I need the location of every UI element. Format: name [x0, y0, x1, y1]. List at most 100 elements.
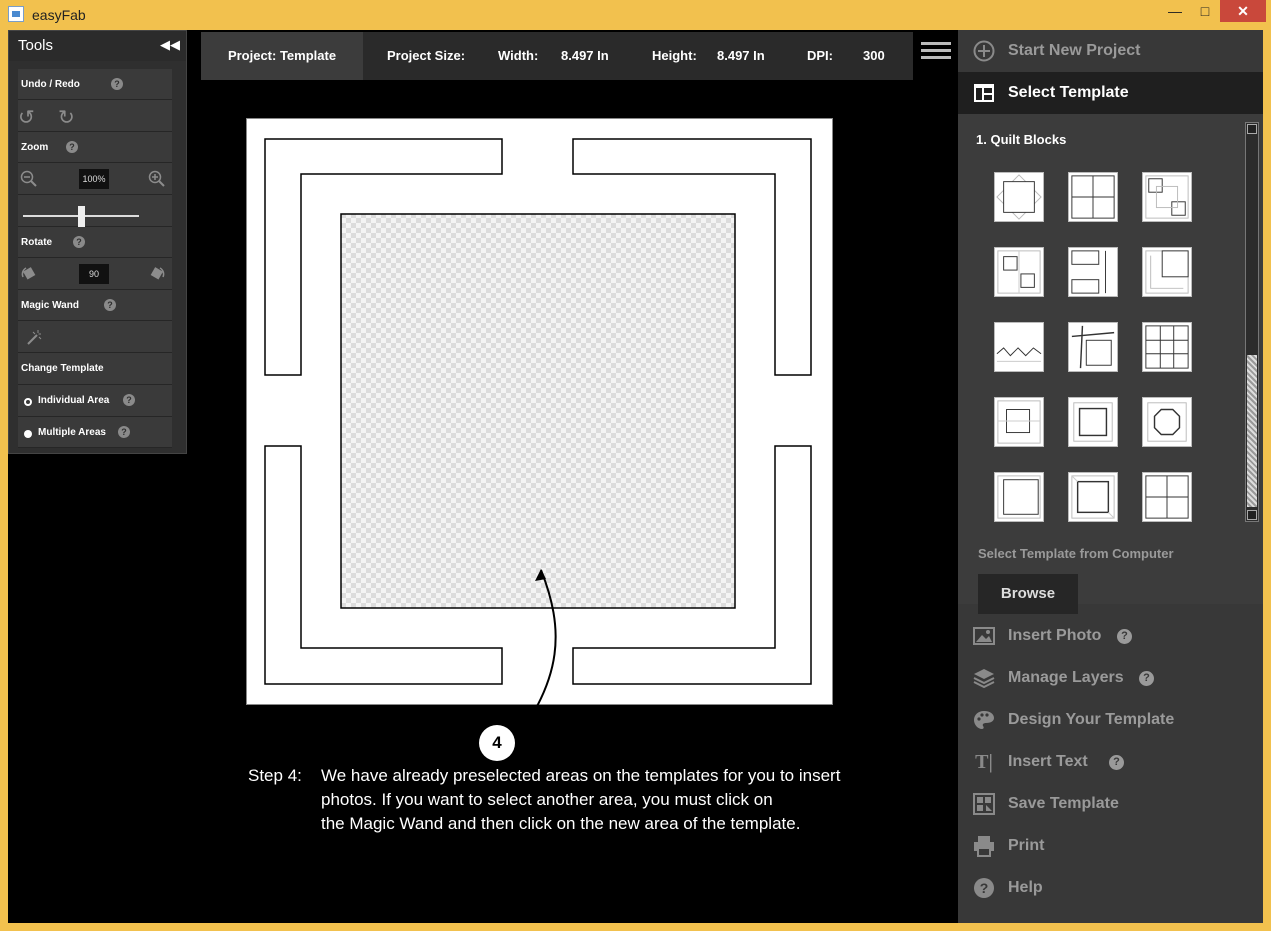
text-icon: T| [975, 751, 993, 773]
quilt-block-thumb[interactable] [1068, 172, 1118, 222]
rotate-right-icon[interactable] [148, 265, 166, 283]
quilt-block-thumb[interactable] [1142, 397, 1192, 447]
quilt-block-thumb[interactable] [1068, 472, 1118, 522]
browse-button[interactable]: Browse [978, 574, 1078, 614]
category-title: 1. Quilt Blocks [976, 132, 1067, 147]
quilt-block-thumb[interactable] [994, 172, 1044, 222]
multiple-areas-radio[interactable] [24, 430, 32, 438]
scroll-up-icon[interactable] [1247, 124, 1257, 134]
step-line: the Magic Wand and then click on the new… [321, 814, 801, 833]
app-window: easyFab — □ ✕ Tools ◀◀ Undo / Redo ? ↺ ↻… [0, 0, 1271, 931]
collapse-icon[interactable]: ◀◀ [160, 37, 180, 53]
magic-wand-icon[interactable] [24, 329, 42, 347]
step-line: photos. If you want to select another ar… [321, 790, 773, 809]
close-button[interactable]: ✕ [1220, 0, 1266, 22]
start-new-project[interactable]: Start New Project [958, 30, 1263, 72]
project-size-label: Project Size: [387, 48, 466, 63]
help-icon[interactable]: ? [1139, 671, 1154, 686]
save-template[interactable]: Save Template [958, 783, 1263, 825]
magic-wand-row: Magic Wand ? [18, 290, 172, 321]
height-value: 8.497 In [717, 48, 765, 63]
template-gallery: 1. Quilt Blocks Select Template from Com… [958, 114, 1263, 614]
quilt-block-thumb[interactable] [1142, 472, 1192, 522]
zoom-in-icon[interactable] [148, 170, 166, 188]
window-title: easyFab [32, 7, 86, 23]
help-icon[interactable]: ? [111, 78, 123, 90]
step-line: We have already preselected areas on the… [321, 766, 841, 785]
scroll-down-icon[interactable] [1247, 510, 1257, 520]
zoom-row: Zoom ? [18, 132, 172, 163]
quilt-block-thumb[interactable] [994, 322, 1044, 372]
zoom-value[interactable]: 100% [79, 169, 109, 189]
help-label: Help [1008, 879, 1043, 896]
design-template-label: Design Your Template [1008, 711, 1175, 728]
quilt-block-thumb[interactable] [1068, 397, 1118, 447]
palette-icon [974, 711, 994, 729]
insert-photo[interactable]: Insert Photo ? [958, 615, 1263, 657]
tools-header: Tools ◀◀ [9, 31, 186, 61]
help-icon[interactable]: ? [66, 141, 78, 153]
undo-redo-row: Undo / Redo ? [18, 69, 172, 100]
hamburger-menu-icon[interactable] [921, 42, 951, 63]
select-template[interactable]: Select Template [958, 72, 1263, 114]
width-label: Width: [498, 48, 539, 63]
change-template-label: Change Template [21, 363, 104, 374]
multiple-areas-row[interactable]: Multiple Areas ? [18, 417, 172, 448]
redo-icon[interactable]: ↻ [58, 105, 75, 130]
dpi-label: DPI: [807, 48, 833, 63]
undo-icon[interactable]: ↺ [18, 105, 35, 130]
photo-area[interactable] [340, 213, 736, 609]
zoom-out-icon[interactable] [20, 170, 38, 188]
zoom-label: Zoom [21, 142, 49, 153]
individual-area-label: Individual Area [38, 395, 110, 406]
project-info-bar: Project: Template Project Size: Width: 8… [201, 32, 913, 80]
quilt-block-thumb[interactable] [1142, 322, 1192, 372]
step-marker: 4 [479, 725, 515, 761]
rotate-value[interactable]: 90 [79, 264, 109, 284]
height-label: Height: [652, 48, 697, 63]
insert-text[interactable]: T| Insert Text ? [958, 741, 1263, 783]
template-canvas[interactable] [246, 118, 833, 705]
help-icon[interactable]: ? [118, 426, 130, 438]
design-your-template[interactable]: Design Your Template [958, 699, 1263, 741]
svg-text:?: ? [980, 880, 989, 896]
help[interactable]: ? Help [958, 867, 1263, 909]
individual-area-radio[interactable] [24, 398, 32, 406]
quilt-block-thumb[interactable] [1142, 172, 1192, 222]
maximize-button[interactable]: □ [1190, 0, 1220, 22]
quilt-block-thumb[interactable] [1142, 247, 1192, 297]
individual-area-row[interactable]: Individual Area ? [18, 385, 172, 417]
gallery-scrollbar[interactable] [1245, 122, 1259, 522]
rotate-left-icon[interactable] [20, 265, 38, 283]
multiple-areas-label: Multiple Areas [38, 427, 106, 438]
tools-title: Tools [18, 37, 54, 54]
quilt-block-thumb[interactable] [1068, 322, 1118, 372]
magic-wand-label: Magic Wand [21, 300, 79, 311]
rotate-controls: 90 [18, 258, 172, 290]
print[interactable]: Print [958, 825, 1263, 867]
rotate-row: Rotate ? [18, 227, 172, 258]
quilt-block-thumb[interactable] [994, 397, 1044, 447]
quilt-block-thumb[interactable] [994, 247, 1044, 297]
zoom-controls: 100% [18, 163, 172, 195]
select-from-computer-label: Select Template from Computer [978, 546, 1174, 561]
start-new-project-label: Start New Project [1008, 42, 1141, 59]
help-icon[interactable]: ? [73, 236, 85, 248]
help-icon[interactable]: ? [123, 394, 135, 406]
zoom-slider-knob[interactable] [78, 206, 85, 228]
minimize-button[interactable]: — [1160, 0, 1190, 22]
photo-icon [973, 627, 995, 645]
manage-layers[interactable]: Manage Layers ? [958, 657, 1263, 699]
quilt-block-thumb[interactable] [994, 472, 1044, 522]
zoom-slider-row [18, 195, 172, 228]
scrollbar-thumb[interactable] [1247, 355, 1257, 507]
plus-circle-icon [973, 40, 995, 62]
insert-text-label: Insert Text [1008, 753, 1088, 770]
help-icon[interactable]: ? [1109, 755, 1124, 770]
quilt-block-thumb[interactable] [1068, 247, 1118, 297]
project-name: Project: Template [201, 32, 363, 80]
help-icon[interactable]: ? [104, 299, 116, 311]
help-icon[interactable]: ? [1117, 629, 1132, 644]
template-icon [974, 84, 994, 102]
save-template-icon [973, 793, 995, 815]
